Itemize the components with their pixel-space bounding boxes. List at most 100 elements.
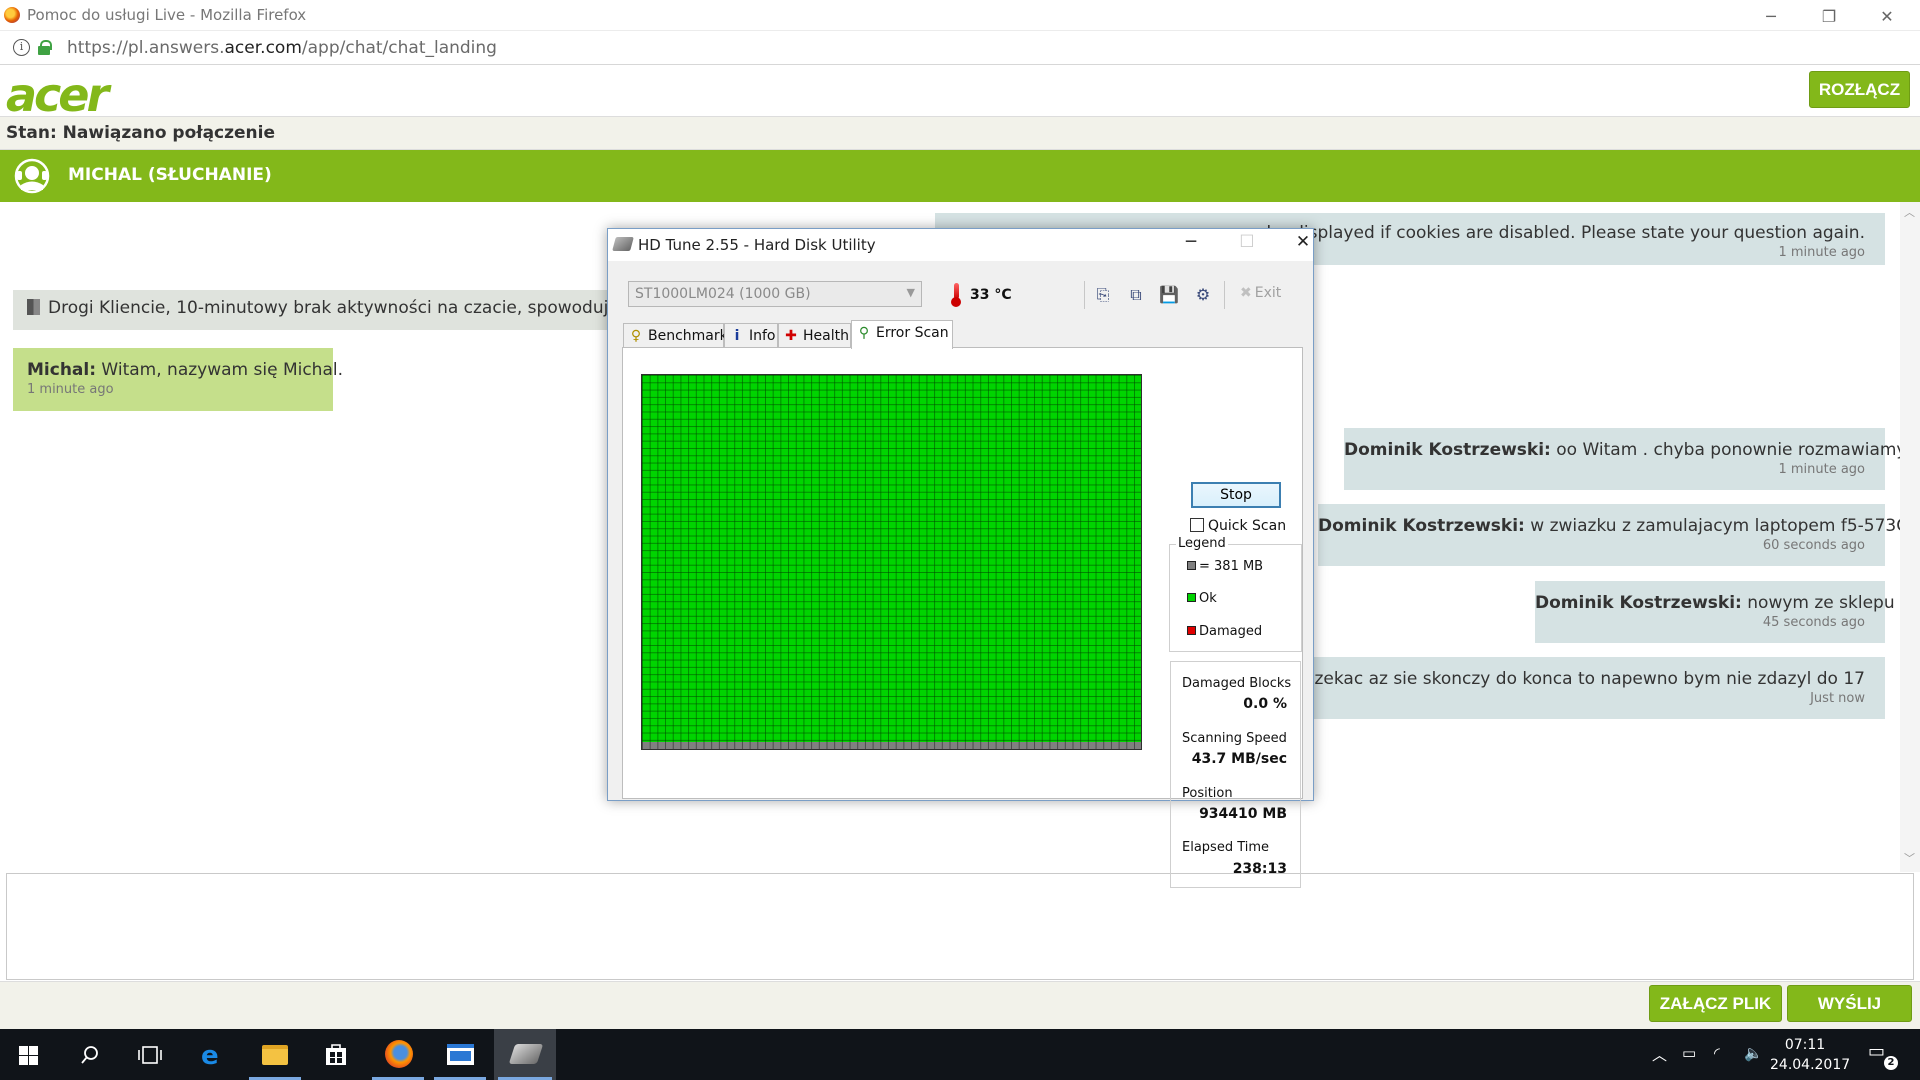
- copy-screenshot-icon[interactable]: ⧉: [1125, 284, 1147, 306]
- chat-message: Dominik Kostrzewski: nowym ze sklepu 45 …: [1535, 581, 1895, 643]
- toolbar-separator: [1084, 281, 1085, 309]
- file-explorer-button[interactable]: [245, 1029, 305, 1080]
- scanning-speed-value: 43.7 MB/sec: [1191, 751, 1287, 767]
- clock-time: 07:11: [1784, 1037, 1826, 1053]
- info-icon[interactable]: i: [13, 39, 30, 56]
- disconnect-button[interactable]: ROZŁĄCZ: [1809, 71, 1910, 108]
- legend-item-block-size: = 381 MB: [1187, 559, 1263, 574]
- hdtune-icon: [508, 1044, 544, 1064]
- quick-scan-checkbox[interactable]: Quick Scan: [1190, 518, 1286, 534]
- legend-box: Legend = 381 MB Ok Damaged: [1169, 536, 1302, 652]
- window-title: Pomoc do usługi Live - Mozilla Firefox: [27, 6, 307, 24]
- store-button[interactable]: [306, 1029, 366, 1080]
- thermometer-icon: [951, 283, 961, 307]
- hdtune-app-icon: [612, 237, 634, 251]
- attach-file-button[interactable]: ZAŁĄCZ PLIK: [1649, 985, 1782, 1022]
- exit-icon: ✖: [1240, 285, 1252, 301]
- temperature-value: 33 °C: [970, 287, 1012, 303]
- options-icon[interactable]: ⚙: [1192, 284, 1214, 306]
- tab-health[interactable]: ✚ Health: [778, 323, 851, 348]
- tab-error-scan[interactable]: ⚲ Error Scan: [851, 320, 953, 349]
- browser-titlebar: Pomoc do usługi Live - Mozilla Firefox ─…: [0, 0, 1920, 31]
- scroll-up-icon[interactable]: ︿: [1904, 204, 1915, 220]
- legend-item-ok: Ok: [1187, 591, 1217, 606]
- clock-date: 24.04.2017: [1770, 1057, 1851, 1073]
- taskbar: e ︿ ▭ ◜ 🔈 07:11 24.04.2017 ▭ 2: [0, 1029, 1920, 1080]
- chat-message: Dominik Kostrzewski: w zwiazku z zamulaj…: [1318, 504, 1909, 566]
- search-icon: [81, 1046, 98, 1064]
- elapsed-time-label: Elapsed Time: [1182, 840, 1270, 855]
- scroll-down-icon[interactable]: ﹀: [1904, 850, 1915, 866]
- message-input[interactable]: [6, 873, 1914, 980]
- hdtune-titlebar[interactable]: HD Tune 2.55 - Hard Disk Utility ─ ☐ ✕: [608, 229, 1313, 261]
- url-bar[interactable]: i https://pl.answers.acer.com/app/chat/c…: [0, 31, 1920, 65]
- status-bar: Stan: Nawiązano połączenie: [0, 116, 1920, 150]
- save-icon[interactable]: 💾: [1158, 284, 1180, 306]
- store-icon: [326, 1044, 346, 1065]
- firefox-icon: [385, 1040, 413, 1068]
- hdtune-taskbar-button[interactable]: [494, 1029, 556, 1080]
- lock-icon[interactable]: [38, 40, 52, 55]
- chat-message: Michal: Witam, nazywam się Michal. 1 min…: [13, 348, 343, 411]
- info-icon: i: [734, 328, 740, 344]
- status-text: Stan: Nawiązano połączenie: [6, 123, 276, 143]
- hdtune-title: HD Tune 2.55 - Hard Disk Utility: [638, 236, 876, 254]
- chat-message: Drogi Kliencie, 10-minutowy brak aktywno…: [13, 290, 645, 330]
- headset-icon: [14, 158, 50, 194]
- chat-message: Dominik Kostrzewski: oo Witam . chyba po…: [1344, 428, 1907, 490]
- notice-icon: [27, 299, 40, 315]
- agent-name: MICHAL (SŁUCHANIE): [68, 165, 272, 185]
- legend-item-damaged: Damaged: [1187, 624, 1262, 639]
- task-view-icon: [138, 1046, 162, 1064]
- notification-count: 2: [1884, 1056, 1898, 1070]
- stop-button[interactable]: Stop: [1191, 482, 1281, 508]
- legend-title: Legend: [1176, 536, 1228, 551]
- firefox-button[interactable]: [368, 1029, 428, 1080]
- elapsed-time-value: 238:13: [1232, 861, 1287, 877]
- start-button[interactable]: [0, 1029, 60, 1080]
- app-window-button[interactable]: [430, 1029, 490, 1080]
- volume-icon[interactable]: 🔈: [1744, 1044, 1763, 1062]
- chevron-up-icon[interactable]: ︿: [1652, 1044, 1667, 1065]
- agent-bar: MICHAL (SŁUCHANIE): [0, 150, 1920, 202]
- battery-icon[interactable]: ▭: [1682, 1044, 1696, 1062]
- lightbulb-icon: ♀: [630, 328, 642, 344]
- edge-button[interactable]: e: [184, 1029, 244, 1080]
- acer-logo: acer: [6, 68, 109, 122]
- minimize-button[interactable]: ─: [1748, 4, 1794, 30]
- tab-info[interactable]: i Info: [724, 323, 778, 348]
- restore-button[interactable]: ❐: [1806, 4, 1852, 30]
- unscanned-blocks: [642, 742, 1141, 749]
- task-view-button[interactable]: [120, 1029, 180, 1080]
- search-button[interactable]: [60, 1029, 120, 1080]
- hdtune-close-button[interactable]: ✕: [1283, 232, 1323, 252]
- position-value: 934410 MB: [1199, 806, 1287, 822]
- clock[interactable]: 07:11 24.04.2017: [1770, 1035, 1851, 1075]
- copy-text-icon[interactable]: ⎘: [1092, 284, 1114, 306]
- hdtune-window: HD Tune 2.55 - Hard Disk Utility ─ ☐ ✕ S…: [607, 228, 1314, 888]
- chat-scrollbar[interactable]: ︿ ﹀: [1900, 202, 1920, 872]
- tab-benchmark[interactable]: ♀ Benchmark: [623, 323, 728, 348]
- damaged-blocks-value: 0.0 %: [1243, 696, 1287, 712]
- error-scan-panel: Stop Quick Scan Legend = 381 MB Ok Damag…: [622, 347, 1303, 888]
- url-text[interactable]: https://pl.answers.acer.com/app/chat/cha…: [67, 38, 497, 58]
- hdtune-minimize-button[interactable]: ─: [1171, 232, 1211, 252]
- chevron-down-icon: ▼: [906, 286, 915, 299]
- close-button[interactable]: ✕: [1864, 4, 1910, 30]
- health-cross-icon: ✚: [785, 328, 797, 344]
- file-explorer-icon: [262, 1045, 288, 1065]
- app-window-icon: [447, 1044, 474, 1065]
- drive-select[interactable]: ST1000LM024 (1000 GB) ▼: [628, 281, 922, 307]
- hdtune-maximize-button[interactable]: ☐: [1227, 232, 1267, 252]
- wifi-icon[interactable]: ◜: [1714, 1044, 1720, 1062]
- firefox-icon: [4, 7, 20, 23]
- toolbar-separator: [1224, 281, 1225, 309]
- edge-icon: e: [201, 1041, 219, 1071]
- magnifier-icon: ⚲: [858, 325, 870, 341]
- windows-start-icon: [19, 1046, 38, 1065]
- composer-footer: [0, 981, 1920, 1029]
- send-button[interactable]: WYŚLIJ: [1787, 985, 1912, 1022]
- position-label: Position: [1182, 786, 1233, 801]
- page-header: acer: [0, 66, 1920, 122]
- exit-button[interactable]: ✖ Exit: [1240, 285, 1281, 301]
